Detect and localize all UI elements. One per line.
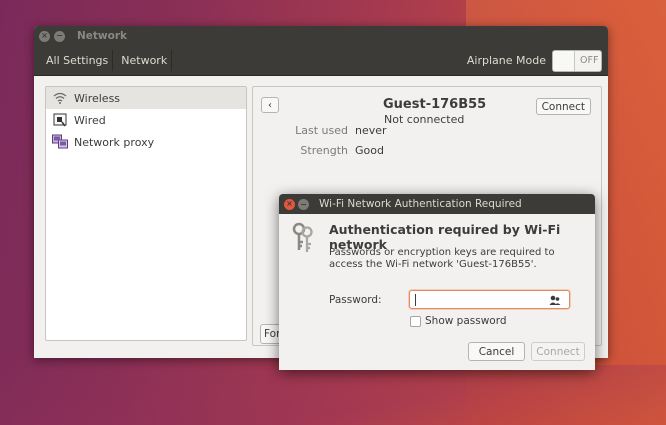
wireless-icon: [52, 90, 68, 106]
minimize-icon[interactable]: −: [54, 30, 65, 42]
text-caret: [415, 294, 416, 306]
close-icon[interactable]: ×: [39, 30, 50, 42]
network-name: Guest-176B55: [383, 97, 487, 112]
back-button[interactable]: ‹: [261, 97, 279, 113]
wallpaper-streak: [0, 365, 666, 425]
show-password-label[interactable]: Show password: [425, 315, 507, 327]
network-status: Not connected: [384, 113, 465, 126]
show-password-checkbox[interactable]: [410, 316, 421, 327]
wifi-auth-dialog: × − Wi-Fi Network Authentication Require…: [279, 194, 595, 370]
sidebar-item-label: Wired: [74, 113, 106, 127]
network-proxy-icon: [52, 134, 68, 150]
header-bar: All Settings Network Airplane Mode OFF: [34, 46, 608, 76]
dialog-titlebar: × − Wi-Fi Network Authentication Require…: [279, 194, 595, 214]
airplane-mode-label: Airplane Mode: [466, 54, 546, 67]
window-titlebar: × − Network: [34, 26, 608, 46]
dialog-title: Wi-Fi Network Authentication Required: [319, 198, 522, 210]
minimize-icon[interactable]: −: [298, 198, 309, 210]
switch-state: OFF: [580, 55, 599, 66]
dialog-connect-button[interactable]: Connect: [531, 342, 585, 361]
last-used-value: never: [355, 124, 387, 137]
keys-icon: [292, 222, 313, 252]
airplane-mode-switch[interactable]: OFF: [552, 49, 602, 72]
sidebar-item-wired[interactable]: Wired: [46, 109, 246, 131]
breadcrumb-all-settings[interactable]: All Settings: [42, 50, 114, 71]
user-keys-icon[interactable]: [549, 294, 561, 306]
window-title: Network: [77, 30, 128, 42]
chevron-left-icon: ‹: [268, 99, 272, 111]
dialog-message: Passwords or encryption keys are require…: [329, 247, 555, 270]
close-icon[interactable]: ×: [284, 198, 295, 210]
password-input[interactable]: [409, 290, 570, 309]
password-label: Password:: [329, 294, 382, 306]
strength-value: Good: [355, 144, 384, 157]
sidebar-item-network-proxy[interactable]: Network proxy: [46, 131, 246, 153]
sidebar-item-label: Wireless: [74, 91, 121, 105]
wired-icon: [52, 112, 68, 128]
sidebar-item-label: Network proxy: [74, 135, 155, 149]
cancel-button[interactable]: Cancel: [468, 342, 525, 361]
breadcrumb-network[interactable]: Network: [117, 50, 173, 71]
connect-button[interactable]: Connect: [535, 98, 591, 115]
switch-knob[interactable]: [553, 50, 575, 71]
last-used-label: Last used: [295, 124, 348, 137]
sidebar-item-wireless[interactable]: Wireless: [46, 87, 246, 109]
strength-label: Strength: [300, 144, 348, 157]
device-list: Wireless Wired Network proxy: [45, 86, 247, 341]
